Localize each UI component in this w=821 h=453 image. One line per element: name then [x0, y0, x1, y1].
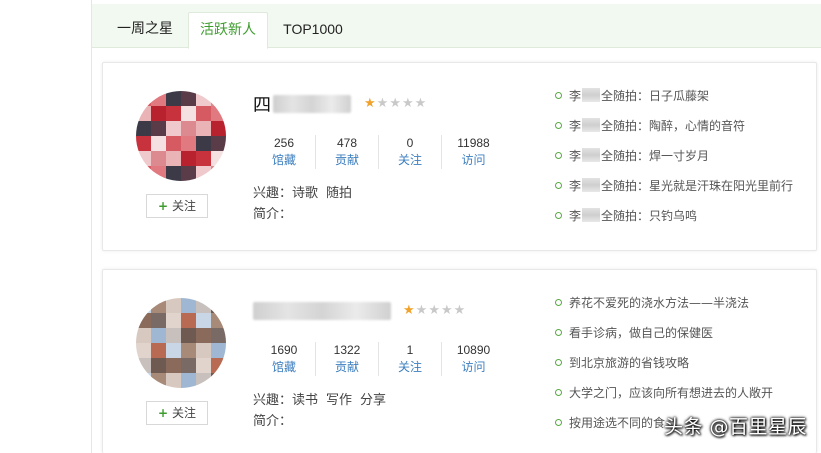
star-empty-icon: ★ [428, 303, 440, 318]
bullet-icon [555, 122, 562, 129]
watermark: 头条 @百里星辰 [663, 416, 807, 438]
interest-tag[interactable]: 写作 [326, 393, 352, 408]
post-link[interactable]: 到北京旅游的省钱攻略 [555, 348, 810, 378]
interest-tag[interactable]: 诗歌 [292, 186, 318, 201]
bullet-icon [555, 389, 562, 396]
post-link[interactable]: 李全随拍：星光就是汗珠在阳光里前行 [555, 171, 810, 201]
stat-visits[interactable]: 10890 访问 [442, 342, 505, 376]
user-name[interactable] [253, 300, 391, 322]
user-intro: 简介： [253, 414, 293, 429]
follow-button[interactable]: + 关注 [146, 401, 208, 425]
stat-collection[interactable]: 256 馆藏 [253, 135, 316, 169]
bullet-icon [555, 92, 562, 99]
user-intro: 简介： [253, 207, 293, 222]
post-link[interactable]: 大学之门，应该向所有想进去的人敞开 [555, 378, 810, 408]
post-link[interactable]: 养花不爱死的浇水方法——半浇法 [555, 288, 810, 318]
user-stats: 256 馆藏 478 贡献 0 关注 11988 访问 [253, 135, 505, 169]
interest-tag[interactable]: 随拍 [326, 186, 352, 201]
stat-collection[interactable]: 1690 馆藏 [253, 342, 316, 376]
star-empty-icon: ★ [401, 96, 414, 111]
tab-active-newcomers[interactable]: 活跃新人 [188, 12, 268, 49]
star-empty-icon: ★ [414, 96, 427, 111]
rating-stars: ★ ★ ★ ★ ★ [403, 304, 465, 318]
bullet-icon [555, 212, 562, 219]
avatar[interactable] [136, 91, 226, 181]
stat-following[interactable]: 1 关注 [379, 342, 442, 376]
tab-top1000[interactable]: TOP1000 [272, 12, 354, 49]
main-panel: 一周之星 活跃新人 TOP1000 + 关注 四 ★ ★ ★ ★ ★ 256 馆藏 478… [91, 0, 821, 453]
star-empty-icon: ★ [415, 303, 428, 318]
stat-contribution[interactable]: 478 贡献 [316, 135, 379, 169]
bullet-icon [555, 299, 562, 306]
recent-posts: 李全随拍：日子瓜藤架 李全随拍：陶醉，心情的音符 李全随拍：焊一寸岁月 李全随拍… [555, 81, 810, 231]
interest-tag[interactable]: 分享 [360, 393, 386, 408]
bullet-icon [555, 419, 562, 426]
rating-stars: ★ ★ ★ ★ ★ [364, 97, 426, 111]
bullet-icon [555, 182, 562, 189]
star-empty-icon: ★ [440, 303, 453, 318]
post-link[interactable]: 李全随拍：焊一寸岁月 [555, 141, 810, 171]
user-stats: 1690 馆藏 1322 贡献 1 关注 10890 访问 [253, 342, 505, 376]
post-link[interactable]: 李全随拍：只钓乌鸣 [555, 201, 810, 231]
tab-weekly-star[interactable]: 一周之星 [106, 12, 184, 49]
star-empty-icon: ★ [376, 96, 389, 111]
tab-bar: 一周之星 活跃新人 TOP1000 [92, 4, 821, 49]
bullet-icon [555, 359, 562, 366]
user-name[interactable]: 四 [253, 93, 351, 116]
post-link[interactable]: 看手诊病，做自己的保健医 [555, 318, 810, 348]
bullet-icon [555, 329, 562, 336]
stat-following[interactable]: 0 关注 [379, 135, 442, 169]
user-card: + 关注 四 ★ ★ ★ ★ ★ 256 馆藏 478 贡献 0 关注 11988 访问 [102, 62, 817, 251]
interest-tag[interactable]: 读书 [292, 393, 318, 408]
redacted-name [273, 95, 351, 113]
stat-contribution[interactable]: 1322 贡献 [316, 342, 379, 376]
user-interests: 兴趣：读书 写作 分享 [253, 393, 387, 408]
star-empty-icon: ★ [389, 96, 401, 111]
avatar[interactable] [136, 298, 226, 388]
post-link[interactable]: 李全随拍：陶醉，心情的音符 [555, 111, 810, 141]
redacted-name [253, 302, 391, 320]
plus-icon: + [157, 199, 169, 213]
star-filled-icon: ★ [364, 96, 376, 111]
plus-icon: + [157, 406, 169, 420]
bullet-icon [555, 152, 562, 159]
stat-visits[interactable]: 11988 访问 [442, 135, 505, 169]
post-link[interactable]: 李全随拍：日子瓜藤架 [555, 81, 810, 111]
user-interests: 兴趣：诗歌 随拍 [253, 186, 353, 201]
star-empty-icon: ★ [453, 303, 466, 318]
follow-button[interactable]: + 关注 [146, 194, 208, 218]
star-filled-icon: ★ [403, 303, 415, 318]
